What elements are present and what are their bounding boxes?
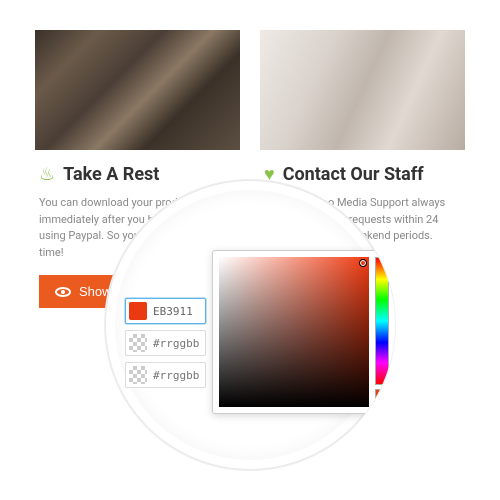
color-input-active[interactable]	[125, 298, 206, 324]
color-input-empty[interactable]	[125, 330, 206, 356]
hex-input[interactable]	[153, 337, 199, 350]
color-input-column	[125, 298, 206, 388]
sv-cursor[interactable]	[359, 259, 367, 267]
card-image	[35, 30, 240, 150]
eye-icon	[55, 287, 71, 297]
hex-input[interactable]	[153, 305, 199, 318]
magnifier-lens	[105, 180, 395, 470]
transparent-swatch	[129, 366, 147, 384]
card-title: Contact Our Staff	[283, 164, 424, 185]
hex-input[interactable]	[153, 369, 199, 382]
card-image	[260, 30, 465, 150]
color-input-empty[interactable]	[125, 362, 206, 388]
card-title: Take A Rest	[63, 164, 159, 185]
color-swatch	[129, 302, 147, 320]
flame-icon: ♨	[39, 166, 55, 184]
current-color-swatch	[375, 389, 389, 405]
hue-slider[interactable]	[375, 257, 389, 385]
color-picker-popup	[212, 250, 395, 414]
transparent-swatch	[129, 334, 147, 352]
saturation-value-panel[interactable]	[219, 257, 369, 407]
